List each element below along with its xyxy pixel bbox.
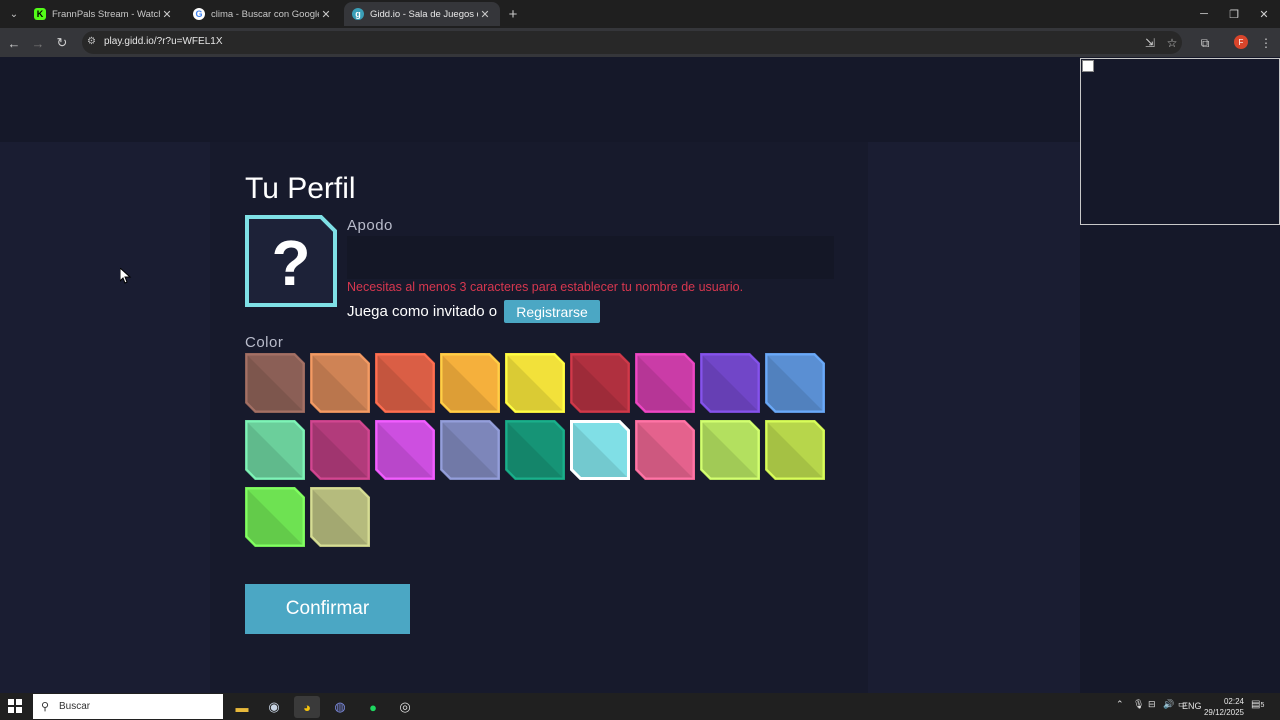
close-window-icon[interactable]: ✕ [1248, 0, 1280, 28]
color-swatch[interactable] [440, 420, 500, 480]
browser-toolbar: ← → ↻ ⚙ play.gidd.io/?r?u=WFEL1X ⇲ ☆ ⧉ ⋮ [0, 28, 1280, 57]
notification-count: 5 [1260, 702, 1265, 709]
color-swatch[interactable] [375, 420, 435, 480]
confirm-button[interactable]: Confirmar [245, 584, 410, 634]
tab-strip: ⌄ K FrannPals Stream - Watch Live on Kic… [0, 0, 1280, 28]
clock-time: 02:24 [1223, 697, 1244, 706]
install-app-icon[interactable]: ⇲ [1141, 34, 1159, 52]
page-header-area [0, 57, 1080, 142]
tab-search-button[interactable]: ⌄ [4, 4, 24, 24]
search-placeholder: Buscar [59, 701, 91, 712]
close-icon[interactable]: ✕ [319, 8, 333, 21]
color-swatch[interactable] [310, 353, 370, 413]
profile-avatar[interactable]: F [1234, 35, 1248, 49]
menu-kebab-icon[interactable]: ⋮ [1257, 34, 1275, 52]
color-swatch[interactable] [310, 420, 370, 480]
color-label: Color [245, 334, 284, 351]
color-swatch[interactable] [245, 487, 305, 547]
notifications-icon[interactable]: ▤5 [1251, 699, 1267, 713]
page-title: Tu Perfil [245, 172, 356, 205]
color-swatch[interactable] [765, 420, 825, 480]
color-swatch[interactable] [635, 420, 695, 480]
file-explorer-icon[interactable]: ▬ [229, 696, 255, 718]
discord-icon[interactable]: ◍ [327, 696, 353, 718]
new-tab-button[interactable]: + [503, 4, 523, 24]
color-swatch[interactable] [310, 487, 370, 547]
steam-icon[interactable]: ◉ [261, 696, 287, 718]
extensions-icon[interactable]: ⧉ [1196, 34, 1214, 52]
register-button[interactable]: Registrarse [504, 300, 600, 323]
color-swatch[interactable] [505, 420, 565, 480]
color-swatch[interactable] [245, 353, 305, 413]
color-swatch[interactable] [700, 420, 760, 480]
giddio-icon: g [352, 8, 364, 20]
forward-icon[interactable]: → [28, 33, 48, 53]
guest-text: Juega como invitado o [347, 303, 498, 320]
color-picker [245, 353, 835, 553]
color-swatch[interactable] [700, 353, 760, 413]
clock[interactable]: 02:24 29/12/2025 [1200, 696, 1244, 718]
tab-title: FrannPals Stream - Watch Live on Kick [52, 8, 160, 20]
nickname-error: Necesitas al menos 3 caracteres para est… [347, 280, 744, 294]
color-swatch[interactable] [570, 420, 630, 480]
app-icon[interactable]: ◎ [392, 696, 418, 718]
tab-title: clima - Buscar con Google [211, 8, 319, 20]
color-swatch[interactable] [440, 353, 500, 413]
broken-image-icon [1082, 60, 1094, 72]
color-swatch[interactable] [570, 353, 630, 413]
network-icon[interactable]: ⊟ [1148, 699, 1156, 710]
search-icon: ⚲ [41, 701, 50, 713]
microphone-icon[interactable]: 🎙 [1133, 699, 1144, 710]
color-swatch[interactable] [635, 353, 695, 413]
ad-frame[interactable] [1080, 58, 1280, 225]
question-mark-icon: ? [271, 227, 310, 299]
restore-icon[interactable]: ❐ [1218, 0, 1250, 28]
nickname-label: Apodo [347, 217, 393, 234]
minimize-icon[interactable]: ─ [1188, 0, 1220, 28]
bookmark-star-icon[interactable]: ☆ [1163, 34, 1181, 52]
tab-google[interactable]: G clima - Buscar con Google ✕ [185, 2, 341, 26]
language-indicator[interactable]: ENG [1182, 701, 1202, 711]
close-icon[interactable]: ✕ [160, 8, 174, 21]
color-swatch[interactable] [505, 353, 565, 413]
taskbar: ⚲ Buscar ▬ ◉ ◕ ◍ ● ◎ ⌃ 🎙 ⊟ 🔊 ▭ ENG 02:24… [0, 693, 1280, 720]
windows-start-icon[interactable] [8, 699, 22, 713]
tab-kick[interactable]: K FrannPals Stream - Watch Live on Kick … [26, 2, 182, 26]
clock-date: 29/12/2025 [1203, 708, 1244, 717]
kick-icon: K [34, 8, 46, 20]
tab-title: Gidd.io - Sala de Juegos de Unirse [370, 8, 478, 20]
nickname-input[interactable] [347, 236, 834, 279]
color-swatch[interactable] [245, 420, 305, 480]
close-icon[interactable]: ✕ [478, 8, 492, 21]
back-icon[interactable]: ← [4, 33, 24, 53]
taskbar-search[interactable]: ⚲ Buscar [33, 694, 223, 719]
tray-chevron-icon[interactable]: ⌃ [1116, 699, 1124, 710]
url-text[interactable]: play.gidd.io/?r?u=WFEL1X [104, 36, 223, 47]
chrome-icon[interactable]: ◕ [294, 696, 320, 718]
color-swatch[interactable] [375, 353, 435, 413]
site-info-icon[interactable]: ⚙ [87, 36, 99, 48]
google-icon: G [193, 8, 205, 20]
address-bar[interactable]: ⚙ play.gidd.io/?r?u=WFEL1X [82, 31, 1182, 54]
color-swatch[interactable] [765, 353, 825, 413]
spotify-icon[interactable]: ● [360, 696, 386, 718]
tab-giddio[interactable]: g Gidd.io - Sala de Juegos de Unirse ✕ [344, 2, 500, 26]
reload-icon[interactable]: ↻ [52, 33, 72, 53]
volume-icon[interactable]: 🔊 [1163, 699, 1174, 710]
mouse-cursor-icon [120, 268, 132, 284]
avatar-placeholder[interactable]: ? [245, 215, 337, 307]
